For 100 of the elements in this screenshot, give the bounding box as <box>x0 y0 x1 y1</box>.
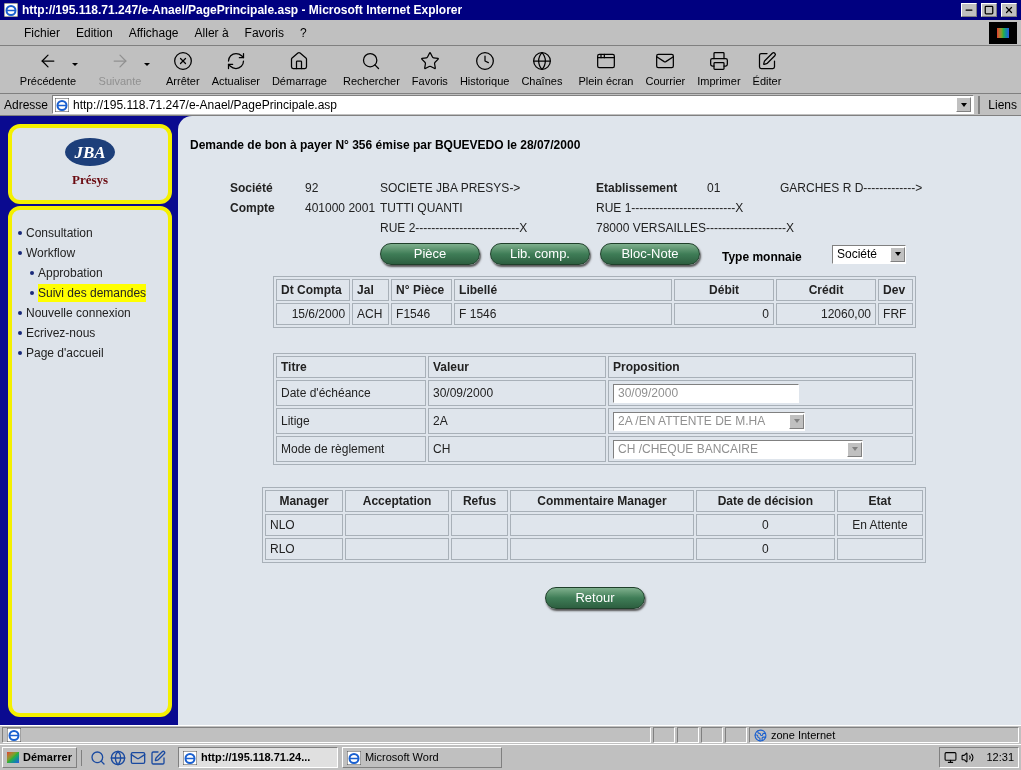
table-cell: 2A <box>428 408 606 434</box>
nav-link[interactable]: Workflow <box>26 244 76 262</box>
bullet-icon <box>18 251 22 255</box>
nav-link[interactable]: Ecrivez-nous <box>26 324 96 342</box>
quick-launch-icon[interactable] <box>89 749 106 766</box>
maximize-button[interactable] <box>981 3 997 17</box>
column-header: Dev <box>878 279 913 301</box>
status-pane <box>725 727 747 743</box>
field-label: Etablissement <box>596 180 679 197</box>
table-cell: F1546 <box>391 303 453 325</box>
quick-launch-icon[interactable] <box>129 749 146 766</box>
nav-link[interactable]: Approbation <box>38 264 103 282</box>
menu-item[interactable]: ? <box>299 23 307 42</box>
menu-item[interactable]: Aller à <box>194 23 229 42</box>
globe-icon <box>531 50 552 71</box>
table-cell: 0 <box>695 538 835 560</box>
app-icon <box>182 750 197 765</box>
menu-item[interactable]: Affichage <box>128 23 179 42</box>
table-cell: F 1546 <box>454 303 673 325</box>
menu-item[interactable]: Favoris <box>244 23 284 42</box>
status-pane <box>653 727 675 743</box>
menu-item[interactable]: Fichier <box>24 23 60 42</box>
zone-label: zone Internet <box>771 727 836 743</box>
column-header: Libellé <box>454 279 673 301</box>
page-icon <box>7 728 21 742</box>
column-header: Jal <box>352 279 390 301</box>
toolbar-button[interactable]: Historique <box>453 50 516 89</box>
toolbar-button[interactable]: Imprimer <box>691 50 747 89</box>
bullet-icon <box>18 311 22 315</box>
column-header: Dt Compta <box>276 279 351 301</box>
field-value: 01 <box>707 180 722 197</box>
toolbar-button[interactable]: Courrier <box>639 50 692 89</box>
globe-icon <box>754 728 767 742</box>
close-button[interactable] <box>1001 3 1017 17</box>
table-cell: ACH <box>352 303 390 325</box>
dropdown-caret-icon <box>72 63 78 66</box>
bullet-icon <box>30 271 34 275</box>
nav-link[interactable]: Nouvelle connexion <box>26 304 131 322</box>
toolbar-button[interactable]: Plein écran <box>572 50 640 89</box>
column-header: Proposition <box>608 356 913 378</box>
nav-link[interactable]: Suivi des demandes <box>38 284 147 302</box>
taskbar-button[interactable]: Microsoft Word <box>341 747 502 768</box>
refresh-icon <box>225 50 246 71</box>
toolbar-button[interactable]: Précédente <box>12 50 84 89</box>
currency-label: Type monnaie <box>722 249 803 266</box>
quick-launch-icon[interactable] <box>109 749 126 766</box>
toolbar-button[interactable]: Chaînes <box>515 50 569 89</box>
table-cell: FRF <box>878 303 913 325</box>
nav-link[interactable]: Consultation <box>26 224 93 242</box>
toolbar-button[interactable]: Arrêter <box>160 50 206 89</box>
field-label: Société <box>230 180 274 197</box>
column-header: Refus <box>451 490 509 512</box>
table-cell: RLO <box>265 538 344 560</box>
status-pane <box>677 727 699 743</box>
pill-button[interactable]: Pièce <box>380 243 480 265</box>
column-header: Commentaire Manager <box>510 490 694 512</box>
links-label[interactable]: Liens <box>978 95 1017 114</box>
toolbar-button[interactable]: Favoris <box>405 50 454 89</box>
column-header: Débit <box>674 279 775 301</box>
speaker-icon[interactable] <box>961 751 975 764</box>
pill-button[interactable]: Bloc-Note <box>600 243 700 265</box>
column-header: Valeur <box>428 356 606 378</box>
dropdown-caret-icon <box>144 63 150 66</box>
field-label: Compte <box>230 200 276 217</box>
bullet-icon <box>18 351 22 355</box>
pill-button[interactable]: Lib. comp. <box>490 243 590 265</box>
windows-logo-icon <box>989 21 1017 44</box>
currency-select[interactable]: Société <box>832 244 906 264</box>
taskbar-button[interactable]: http://195.118.71.24... <box>177 747 338 768</box>
field-value: RUE 1--------------------------X <box>596 200 745 217</box>
toolbar-button[interactable]: Rechercher <box>336 50 406 89</box>
pill-button[interactable]: Retour <box>545 586 645 609</box>
table-cell: En Attente <box>836 514 923 536</box>
field-value: 92 <box>305 180 320 197</box>
table-cell: Date d'échéance <box>276 380 426 406</box>
minimize-button[interactable] <box>961 3 977 17</box>
field-value: GARCHES R D-------------> <box>780 180 924 197</box>
start-button[interactable]: Démarrer <box>2 747 77 768</box>
quick-launch-icon[interactable] <box>149 749 166 766</box>
toolbar-button[interactable]: Éditer <box>746 50 788 89</box>
window-title: http://195.118.71.247/e-Anael/PagePrincipale.asp - Microsoft Internet Explorer <box>22 2 464 19</box>
monitor-icon[interactable] <box>944 751 958 764</box>
clock-icon <box>474 50 495 71</box>
column-header: Etat <box>836 490 923 512</box>
edit-icon <box>756 50 777 71</box>
column-header: Date de décision <box>695 490 835 512</box>
field-value: RUE 2--------------------------X <box>380 220 529 237</box>
toolbar-button[interactable]: Démarrage <box>265 50 333 89</box>
table-cell: Litige <box>276 408 426 434</box>
column-header: Crédit <box>776 279 877 301</box>
address-field[interactable]: http://195.118.71.247/e-Anael/PagePrincipale.asp <box>52 95 975 114</box>
app-icon <box>346 750 361 765</box>
toolbar-button[interactable]: Actualiser <box>205 50 266 89</box>
nav-link[interactable]: Page d'accueil <box>26 344 104 362</box>
table-cell: Mode de règlement <box>276 436 426 462</box>
home-icon <box>289 50 310 71</box>
table-cell: 15/6/2000 <box>276 303 351 325</box>
page-title: Demande de bon à payer N° 356 émise par BQUEVEDO le 28/07/2000 <box>190 137 582 154</box>
menu-item[interactable]: Edition <box>76 23 113 42</box>
bullet-icon <box>18 331 22 335</box>
